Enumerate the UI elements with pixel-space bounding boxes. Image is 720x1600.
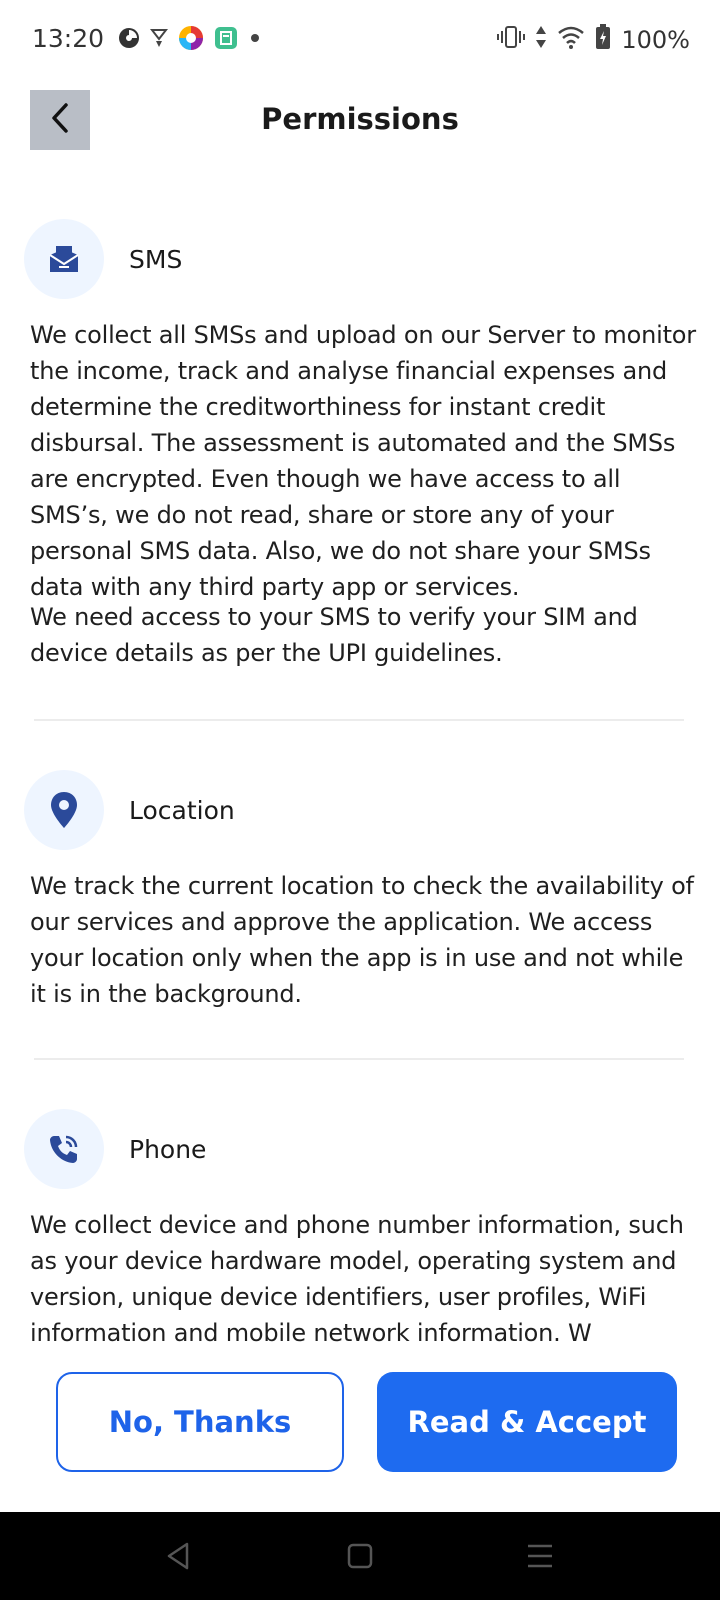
location-icon [24,770,104,850]
vibrate-icon [497,25,526,54]
page-title: Permissions [261,102,459,136]
permissions-list[interactable]: SMS We collect all SMSs and upload on ou… [0,200,720,1350]
vpn-icon [149,27,169,54]
divider [34,1058,684,1060]
status-icons-left [118,25,262,56]
action-bar: No, Thanks Read & Accept [0,1350,720,1512]
permission-description: We collect device and phone number infor… [30,1211,684,1347]
battery-icon [595,24,611,55]
dot-icon [248,31,262,50]
notification-icon [118,27,140,54]
status-bar: 13:20 100% [0,0,720,80]
sms-icon [24,219,104,299]
read-accept-button[interactable]: Read & Accept [377,1372,677,1472]
app-header: Permissions [0,90,720,150]
app-icon [178,25,204,56]
permission-title: SMS [129,244,183,274]
permission-title: Location [129,795,235,825]
permission-header: Location [24,770,235,850]
nav-menu-button[interactable] [520,1536,560,1576]
nav-back-button[interactable] [158,1536,198,1576]
battery-percentage: 100% [621,25,690,54]
phone-icon [24,1109,104,1189]
permission-title: Phone [129,1134,207,1164]
permission-header: SMS [24,219,182,299]
divider [34,719,684,721]
calendar-app-icon [214,26,238,55]
permission-description: We track the current location to check t… [30,872,694,1008]
wifi-icon [557,25,585,54]
system-nav-bar [0,1512,720,1600]
no-thanks-button[interactable]: No, Thanks [56,1372,344,1472]
permission-description: We collect all SMSs and upload on our Se… [30,321,696,601]
status-icons-right: 100% [497,24,690,55]
permission-header: Phone [24,1109,206,1189]
data-icon [535,25,547,54]
nav-home-button[interactable] [340,1536,380,1576]
permission-description-secondary: We need access to your SMS to verify you… [30,603,638,667]
status-time: 13:20 [32,24,105,53]
